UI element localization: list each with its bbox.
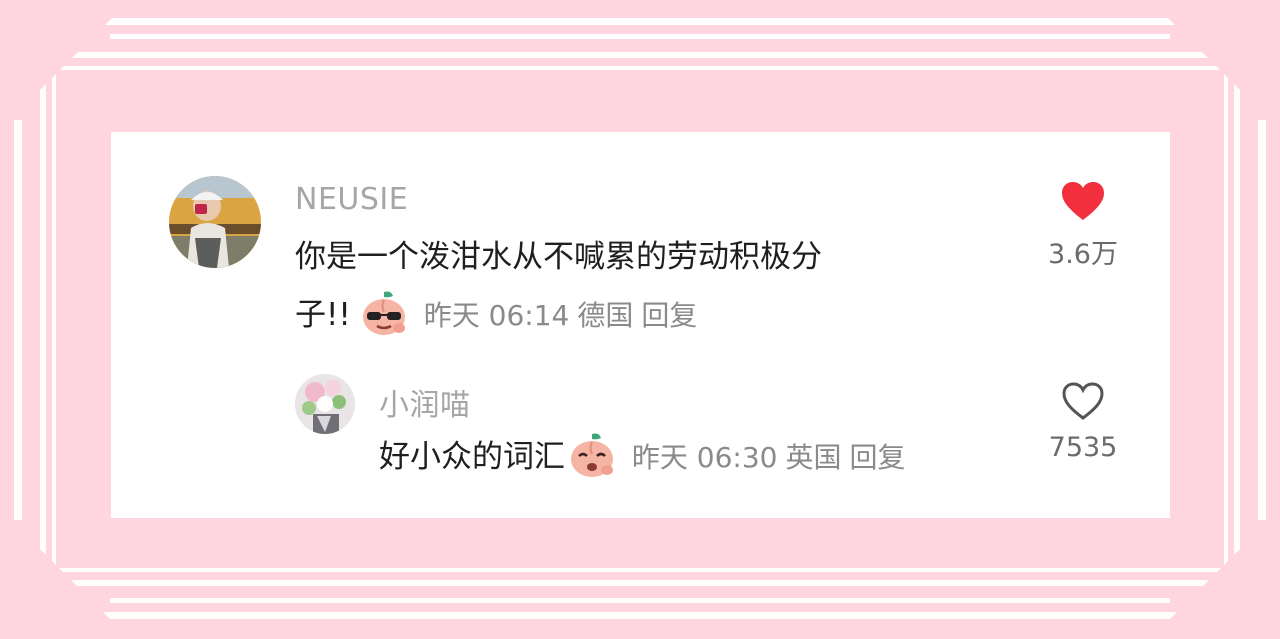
comment-location: 英国 [785, 441, 842, 474]
comment-time: 昨天 06:14 [423, 299, 570, 332]
heart-outline-icon [1062, 382, 1104, 420]
like-button[interactable]: 3.6万 [1033, 180, 1133, 271]
avatar[interactable] [295, 374, 355, 434]
reply-button[interactable]: 回复 [850, 441, 906, 474]
reply-button[interactable]: 回复 [641, 299, 697, 332]
cool-peach-emoji-icon [359, 288, 409, 338]
laughing-peach-emoji-icon [567, 430, 617, 480]
comment-text: 你是一个泼泔水从不喊累的劳动积极分 子!! 昨天 06:14 德国 回复 [295, 228, 822, 345]
comment-text-line: 子!! 昨天 06:14 德国 回复 [295, 286, 822, 345]
comment-text-line: 好小众的词汇 [379, 439, 565, 475]
comment-text: 好小众的词汇 昨天 06:30 英国 回复 [379, 428, 906, 487]
username[interactable]: NEUSIE [295, 182, 408, 217]
username[interactable]: 小润喵 [379, 380, 471, 424]
like-count: 7535 [1048, 432, 1118, 463]
avatar[interactable] [169, 176, 261, 268]
like-button[interactable]: 7535 [1033, 380, 1133, 463]
comment-location: 德国 [577, 299, 634, 332]
heart-filled-icon [1062, 182, 1104, 220]
comment-card: NEUSIE 你是一个泼泔水从不喊累的劳动积极分 子!! 昨天 06:14 德国… [111, 132, 1170, 518]
comment-time: 昨天 06:30 [631, 441, 778, 474]
comment-text-tail: 子!! [295, 297, 351, 333]
comment-text-line: 你是一个泼泔水从不喊累的劳动积极分 [295, 239, 822, 275]
like-count: 3.6万 [1048, 239, 1118, 270]
